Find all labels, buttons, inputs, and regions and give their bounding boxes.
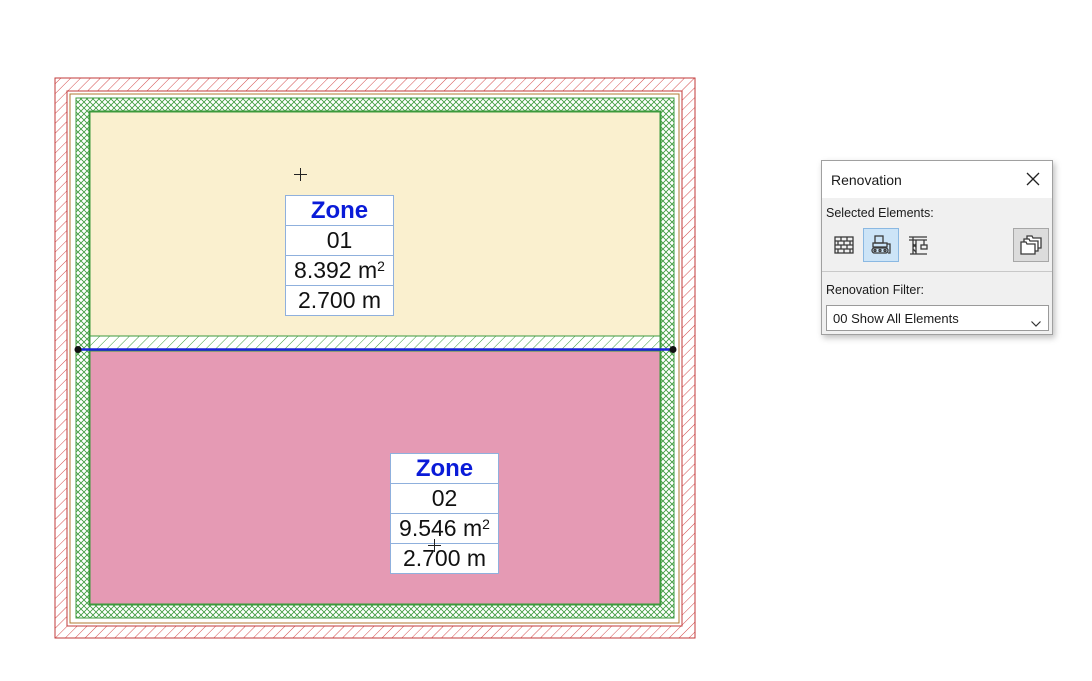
- zone-02-stamp[interactable]: Zone 02 9.546 m2 2.700 m: [390, 453, 499, 574]
- existing-status-button[interactable]: [826, 228, 862, 262]
- renovation-palette[interactable]: Renovation Selected Elements: Renovation…: [821, 160, 1053, 335]
- zone-02-area-exponent: 2: [482, 516, 490, 532]
- zone-01-title: Zone: [310, 197, 369, 224]
- zone-02-title: Zone: [415, 455, 474, 482]
- chevron-down-icon: [1031, 314, 1041, 332]
- palette-titlebar[interactable]: Renovation: [822, 161, 1052, 198]
- zone-02-area: 9.546 m2: [391, 513, 498, 543]
- zone-02-height: 2.700 m: [391, 543, 498, 573]
- zone-01-stamp[interactable]: Zone 01 8.392 m2 2.700 m: [285, 195, 394, 316]
- zone-02-number: 02: [391, 483, 498, 513]
- zone-01-height: 2.700 m: [286, 285, 393, 315]
- existing-brick-wall-icon: [834, 236, 854, 254]
- zone-01-area: 8.392 m2: [286, 255, 393, 285]
- palette-divider: [822, 271, 1052, 272]
- selected-elements-label: Selected Elements:: [826, 206, 934, 220]
- zone-01-area-exponent: 2: [377, 258, 385, 274]
- crane-new-construction-icon: [909, 236, 928, 255]
- palette-title: Renovation: [831, 172, 902, 188]
- override-style-button[interactable]: [1013, 228, 1049, 262]
- zone-02-area-value: 9.546 m: [399, 515, 483, 541]
- bulldozer-demolish-icon: [871, 235, 891, 254]
- renovation-filter-value: 00 Show All Elements: [833, 311, 959, 326]
- floor-plan-canvas[interactable]: [0, 0, 760, 681]
- zone-02-reference-point[interactable]: [428, 539, 441, 552]
- partition-wall[interactable]: [89, 335, 661, 350]
- demolish-status-button[interactable]: [863, 228, 899, 262]
- close-icon[interactable]: [1026, 172, 1040, 186]
- zone-01-reference-point[interactable]: [294, 168, 307, 181]
- renovation-filter-dropdown[interactable]: 00 Show All Elements: [826, 305, 1049, 331]
- zone-01-number: 01: [286, 225, 393, 255]
- new-status-button[interactable]: [900, 228, 936, 262]
- zone-02-area[interactable]: [89, 350, 661, 605]
- selection-node-left[interactable]: [74, 346, 82, 353]
- zone-01-area-value: 8.392 m: [294, 257, 378, 283]
- renovation-filter-label: Renovation Filter:: [826, 283, 924, 297]
- layered-folders-icon: [1020, 235, 1042, 255]
- selection-node-right[interactable]: [669, 346, 677, 353]
